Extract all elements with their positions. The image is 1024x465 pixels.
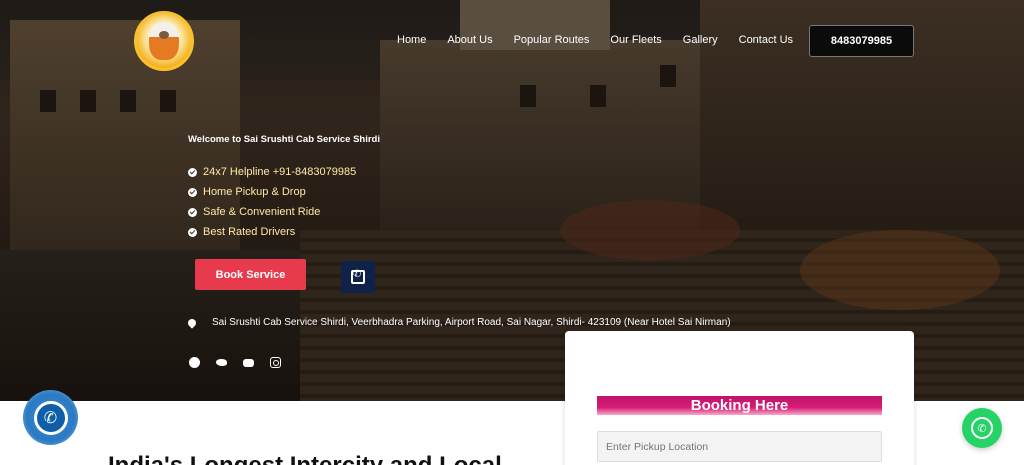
address-text: Sai Srushti Cab Service Shirdi, Veerbhad… [212,317,731,328]
check-circle-icon [188,227,197,237]
feature-item: Safe & Convenient Ride [188,202,356,222]
address-line: Sai Srushti Cab Service Shirdi, Veerbhad… [186,316,731,329]
check-circle-icon [188,167,197,177]
nav-home[interactable]: Home [397,34,426,46]
pickup-location-input[interactable] [597,431,882,462]
nav-our-fleets[interactable]: Our Fleets [610,34,661,46]
nav-popular-routes[interactable]: Popular Routes [514,34,590,46]
whatsapp-button[interactable]: ✆ [962,408,1002,448]
phone-icon [351,269,365,284]
whatsapp-icon: ✆ [971,417,993,439]
book-service-button[interactable]: Book Service [195,259,306,290]
main-nav: Home About Us Popular Routes Our Fleets … [397,34,814,46]
nav-contact-us[interactable]: Contact Us [739,34,793,46]
call-button[interactable] [341,261,375,293]
feature-label: Best Rated Drivers [203,226,296,238]
sai-baba-image [149,22,179,60]
feature-label: Home Pickup & Drop [203,186,306,198]
feature-item: Best Rated Drivers [188,222,356,242]
check-circle-icon [188,187,197,197]
map-pin-icon [186,316,198,329]
feature-list: 24x7 Helpline +91-8483079985 Home Pickup… [188,162,356,242]
twitter-icon[interactable] [216,357,227,368]
feature-label: 24x7 Helpline +91-8483079985 [203,166,357,178]
site-logo[interactable] [134,11,194,71]
feature-label: Safe & Convenient Ride [203,206,321,218]
feature-item: 24x7 Helpline +91-8483079985 [188,162,356,182]
header-phone-button[interactable]: 8483079985 [809,25,914,57]
youtube-icon[interactable] [243,359,254,367]
phone-icon: ✆ [33,400,68,435]
call-chat-widget[interactable]: ✆ [23,390,78,445]
feature-item: Home Pickup & Drop [188,182,356,202]
booking-title: Booking Here [597,396,882,415]
section-heading: India's Longest Intercity and Local [108,452,502,465]
welcome-text: Welcome to Sai Srushti Cab Service Shird… [188,134,380,145]
nav-about-us[interactable]: About Us [447,34,492,46]
instagram-icon[interactable] [270,357,281,368]
check-circle-icon [188,207,197,217]
booking-form-card: Booking Here [565,331,914,465]
social-links [189,357,281,368]
nav-gallery[interactable]: Gallery [683,34,718,46]
facebook-icon[interactable] [189,357,200,368]
